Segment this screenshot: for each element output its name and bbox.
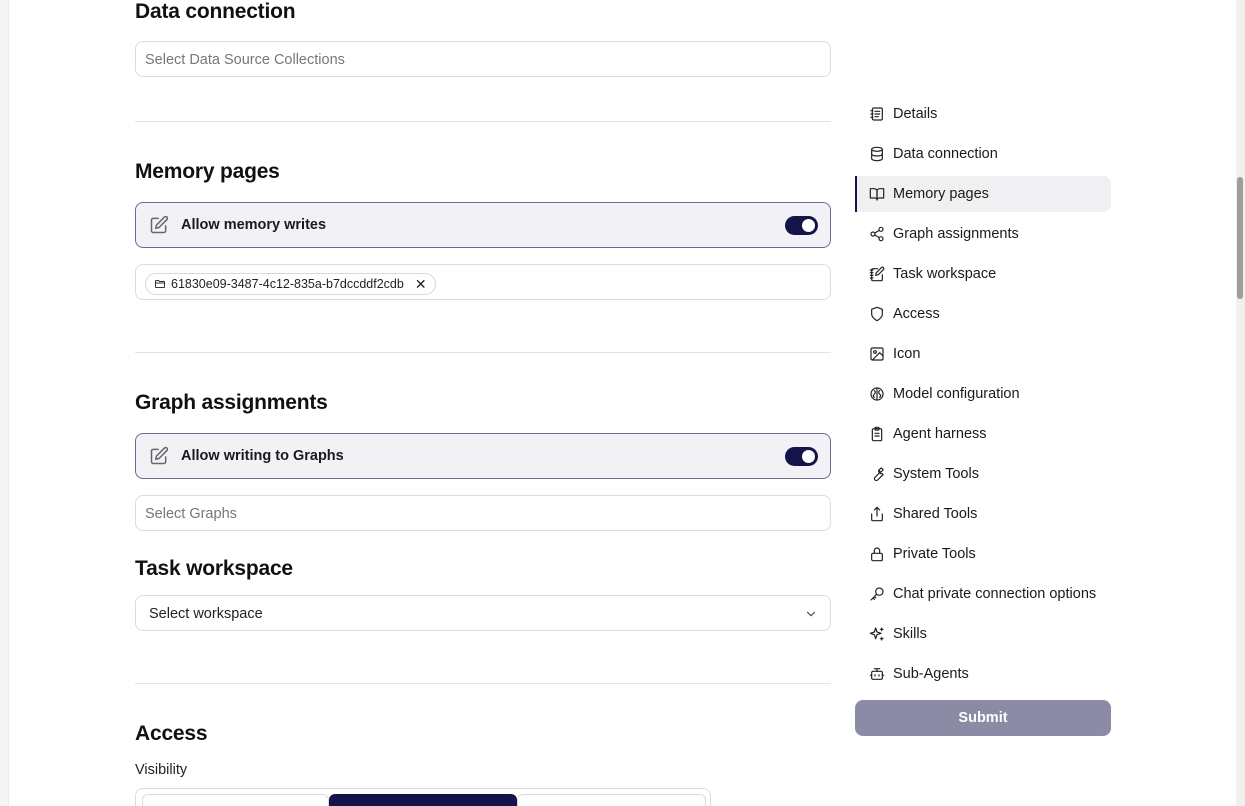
scrollbar-thumb[interactable]	[1237, 177, 1243, 299]
nav-item-private-tools[interactable]: Private Tools	[855, 536, 1111, 572]
nav-item-label: Details	[893, 106, 938, 122]
nav-item-task-workspace[interactable]: Task workspace	[855, 256, 1111, 292]
lock-icon	[871, 547, 883, 562]
nav-item-label: Sub-Agents	[893, 666, 969, 682]
section-title-memory-pages: Memory pages	[135, 160, 280, 183]
submit-button[interactable]: Submit	[855, 700, 1111, 736]
memory-writes-label: Allow memory writes	[181, 217, 327, 233]
nav-item-label: Chat private connection options	[893, 586, 1097, 602]
nav-item-label: Private Tools	[893, 546, 976, 562]
graph-writes-label: Allow writing to Graphs	[181, 448, 344, 464]
section-title-task-workspace: Task workspace	[135, 557, 293, 580]
section-title-graph-assignments: Graph assignments	[135, 391, 328, 414]
nav-item-icon[interactable]: Icon	[855, 336, 1111, 372]
nav-item-memory-pages[interactable]: Memory pages	[855, 176, 1111, 212]
key-icon	[870, 587, 884, 601]
graphs-select[interactable]: Select Graphs	[135, 495, 831, 531]
database-icon	[871, 146, 883, 162]
nav-item-sub-agents[interactable]: Sub-Agents	[855, 656, 1111, 692]
share-icon	[870, 226, 884, 242]
toggle-knob	[802, 450, 815, 463]
share-upload-icon	[871, 506, 883, 522]
nav-item-agent-harness[interactable]: Agent harness	[855, 416, 1111, 452]
nav-item-label: System Tools	[893, 466, 979, 482]
data-source-select[interactable]: Select Data Source Collections	[135, 41, 831, 77]
image-icon	[870, 347, 884, 361]
visibility-option-1[interactable]	[142, 794, 329, 806]
book-icon	[869, 188, 885, 201]
nav-item-model-configuration[interactable]: Model configuration	[855, 376, 1111, 412]
graphs-placeholder: Select Graphs	[145, 506, 237, 522]
shield-icon	[871, 306, 883, 322]
divider	[135, 683, 831, 684]
nav-item-shared-tools[interactable]: Shared Tools	[855, 496, 1111, 532]
sparkles-icon	[869, 627, 884, 641]
nav-item-chat-private-connection-options[interactable]: Chat private connection options	[855, 576, 1111, 612]
nav-item-data-connection[interactable]: Data connection	[855, 136, 1111, 172]
page-scrollbar[interactable]	[1236, 0, 1245, 806]
nav-item-graph-assignments[interactable]: Graph assignments	[855, 216, 1111, 252]
chevron-down-icon	[806, 611, 816, 617]
edit-icon	[150, 446, 169, 465]
edit-icon	[150, 215, 169, 234]
nav-item-label: Data connection	[893, 146, 998, 162]
page: Data connection Select Data Source Colle…	[8, 0, 1236, 806]
wrench-icon	[873, 467, 884, 482]
data-source-placeholder: Select Data Source Collections	[145, 52, 345, 68]
divider	[135, 121, 831, 122]
memory-page-chip-label: 61830e09-3487-4c12-835a-b7dccddf2cdb	[171, 277, 404, 291]
memory-writes-card[interactable]: Allow memory writes	[135, 202, 831, 248]
nav-item-label: Model configuration	[893, 386, 1020, 402]
toggle-knob	[802, 219, 815, 232]
graph-writes-toggle[interactable]	[785, 447, 818, 466]
nav-item-label: Icon	[893, 346, 921, 362]
nav-item-details[interactable]: Details	[855, 96, 1111, 132]
nav-item-label: Access	[893, 306, 940, 322]
workspace-select[interactable]: Select workspace	[135, 595, 831, 631]
nav-item-label: Task workspace	[893, 266, 997, 282]
visibility-option-2[interactable]	[329, 794, 517, 806]
visibility-label: Visibility	[135, 762, 188, 778]
memory-writes-toggle[interactable]	[785, 216, 818, 235]
divider	[135, 352, 831, 353]
brain-icon	[870, 387, 884, 401]
memory-pages-select[interactable]: 61830e09-3487-4c12-835a-b7dccddf2cdb ✕	[135, 264, 831, 300]
nav-item-access[interactable]: Access	[855, 296, 1111, 332]
bot-icon	[869, 668, 885, 680]
section-title-data-connection: Data connection	[135, 0, 296, 23]
folder-icon	[155, 280, 165, 288]
nav-item-label: Memory pages	[893, 186, 989, 202]
nav-item-label: Graph assignments	[893, 226, 1019, 242]
details-icon	[870, 107, 883, 121]
nav-item-label: Shared Tools	[893, 506, 978, 522]
visibility-segmented-control	[135, 788, 711, 806]
graph-writes-card[interactable]: Allow writing to Graphs	[135, 433, 831, 479]
notebook-pen-icon	[869, 266, 885, 282]
nav-item-system-tools[interactable]: System Tools	[855, 456, 1111, 492]
visibility-option-3[interactable]	[517, 794, 706, 806]
nav-item-skills[interactable]: Skills	[855, 616, 1111, 652]
remove-chip-icon[interactable]: ✕	[415, 276, 427, 293]
memory-page-chip: 61830e09-3487-4c12-835a-b7dccddf2cdb ✕	[145, 273, 436, 295]
workspace-select-value: Select workspace	[149, 606, 263, 622]
clipboard-icon	[871, 426, 883, 442]
section-title-access: Access	[135, 722, 208, 745]
nav-item-label: Skills	[893, 626, 927, 642]
nav-item-label: Agent harness	[893, 426, 987, 442]
